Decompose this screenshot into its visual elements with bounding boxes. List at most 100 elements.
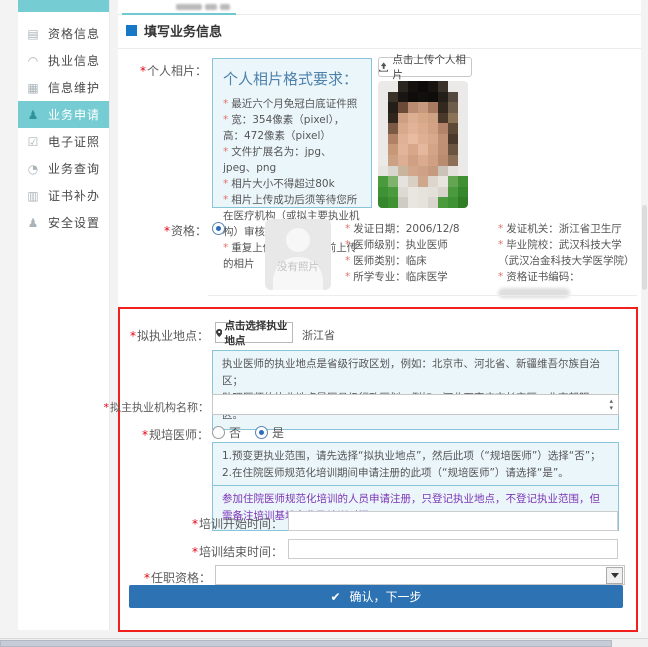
vertical-scrollbar-thumb[interactable] — [642, 205, 647, 290]
chevron-down-icon — [611, 573, 619, 578]
qualification-label: *资格： — [164, 222, 207, 239]
bullet-icon: * — [498, 223, 503, 235]
qualification-radio[interactable] — [212, 222, 225, 235]
trainee-radio-group: 否 是 — [212, 424, 294, 441]
post-qualification-label: *任职资格： — [144, 569, 211, 586]
dropdown-button[interactable] — [606, 567, 623, 584]
main-content: 填写业务信息 *个人相片： 个人相片格式要求： *最近六个月免冠白底证件照 *宽… — [118, 0, 641, 632]
certificate-info-left: *发证日期：2006/12/8 *医师级别：执业医师 *医师类别：临床 *所学专… — [345, 221, 497, 285]
trainee-option-yes-label[interactable]: 是 — [272, 424, 284, 441]
certificate-info-right: *发证机关：浙江省卫生厅 *毕业院校：武汉科技大学（武汉冶金科技大学医学院） *… — [498, 221, 634, 301]
certificate-info-item: *发证机关：浙江省卫生厅 — [498, 221, 634, 237]
photo-requirement-item: *宽：354像素（pixel），高：472像素（pixel） — [223, 112, 361, 144]
upload-icon — [379, 62, 388, 72]
bullet-icon: * — [223, 242, 228, 254]
main-org-select[interactable]: ▴▾ — [212, 394, 619, 415]
sidebar-item-label: 电子证照 — [48, 133, 109, 150]
uploaded-portrait-photo[interactable] — [378, 81, 468, 208]
tab-redacted-text — [220, 4, 230, 10]
bullet-icon: * — [223, 114, 228, 126]
bullet-icon: * — [345, 255, 350, 267]
active-tab[interactable] — [122, 0, 236, 15]
tab-bar — [118, 0, 641, 15]
trainee-label: *规培医师： — [142, 426, 209, 443]
no-photo-text: 没有照片 — [265, 259, 331, 274]
main-org-label: *拟主执业机构名称： — [104, 399, 210, 415]
section-marker-icon — [126, 25, 137, 36]
bullet-icon: * — [223, 178, 228, 190]
training-start-input[interactable] — [288, 511, 618, 531]
location-pin-icon — [216, 328, 222, 338]
practice-location-note: 执业医师的执业地点是省级行政区划，例如：北京市、河北省、新疆维吾尔族自治区；助理… — [212, 350, 619, 430]
bullet-icon: * — [223, 146, 228, 158]
sidebar-item-label: 证书补办 — [48, 187, 109, 204]
photo-requirements-title: 个人相片格式要求： — [223, 68, 361, 89]
note-line: 1.预变更执业范围，请先选择“拟执业地点”，然后此项（“规培医师”）选择“否”； — [222, 448, 609, 465]
photo-requirement-item: *最近六个月免冠白底证件照 — [223, 96, 361, 112]
sidebar-item-icon: ▥ — [18, 189, 48, 203]
photo-requirement-item: *相片大小不得超过80k — [223, 176, 361, 192]
bullet-icon: * — [345, 271, 350, 283]
note-line: 执业医师的执业地点是省级行政区划，例如：北京市、河北省、新疆维吾尔族自治区； — [222, 356, 609, 390]
page-title: 填写业务信息 — [144, 21, 222, 40]
certificate-info-item: *发证日期：2006/12/8 — [345, 221, 497, 237]
sidebar-menu: ▤ 资格信息 ◠ 执业信息 ▦ 信息维护 ♟ 业务申请 — [18, 12, 109, 236]
trainee-radio-no[interactable] — [212, 426, 225, 439]
sidebar-item-icon: ☑ — [18, 135, 48, 149]
trainee-radio-yes[interactable] — [255, 426, 268, 439]
practice-location-label: *拟执业地点： — [130, 327, 209, 344]
training-start-label: *培训开始时间： — [192, 515, 283, 532]
bullet-icon: * — [223, 194, 228, 206]
sidebar-item[interactable]: ◠ 执业信息 — [18, 47, 109, 74]
sidebar-item-icon: ▤ — [18, 27, 48, 41]
sidebar-item-icon: ▦ — [18, 81, 48, 95]
check-icon: ✔ — [330, 590, 340, 604]
horizontal-scrollbar[interactable] — [0, 638, 648, 647]
sidebar-item[interactable]: ◔ 业务查询 — [18, 155, 109, 182]
sidebar-item[interactable]: ♟ 业务申请 — [18, 101, 109, 128]
redacted-certificate-code — [498, 288, 570, 298]
sidebar-item-icon: ♟ — [18, 108, 48, 122]
upload-photo-button[interactable]: 点击上传个人相片 — [378, 57, 472, 77]
sidebar-item[interactable]: ▤ 资格信息 — [18, 20, 109, 47]
certificate-info-item: *医师类别：临床 — [345, 253, 497, 269]
trainee-option-no-label[interactable]: 否 — [229, 424, 241, 441]
confirm-next-button[interactable]: ✔ 确认，下一步 — [129, 585, 623, 608]
app-screen: ▤ 资格信息 ◠ 执业信息 ▦ 信息维护 ♟ 业务申请 — [0, 0, 648, 647]
sidebar-item[interactable]: ▦ 信息维护 — [18, 74, 109, 101]
sidebar-item-icon: ♟ — [18, 216, 48, 230]
sidebar-item[interactable]: ▥ 证书补办 — [18, 182, 109, 209]
sidebar-item[interactable]: ♟ 安全设置 — [18, 209, 109, 236]
sidebar-item-label: 业务查询 — [48, 160, 109, 177]
sidebar-item-label: 安全设置 — [48, 214, 109, 231]
tab-redacted-text — [205, 4, 217, 10]
sidebar-item[interactable]: ☑ 电子证照 — [18, 128, 109, 155]
divider — [118, 48, 641, 49]
training-end-label: *培训结束时间： — [192, 543, 283, 560]
training-end-input[interactable] — [288, 539, 618, 559]
combobox-arrows-icon: ▴▾ — [609, 398, 613, 412]
choose-practice-location-button[interactable]: 点击选择执业地点 — [215, 322, 293, 343]
note-line: 2.在住院医师规范化培训期间申请注册的此项（“规培医师”）请选择“是”。 — [222, 465, 609, 482]
section-header: 填写业务信息 — [126, 21, 222, 40]
certificate-info-item: *医师级别：执业医师 — [345, 237, 497, 253]
photo-requirements-box: 个人相片格式要求： *最近六个月免冠白底证件照 *宽：354像素（pixel），… — [212, 58, 372, 208]
sidebar: ▤ 资格信息 ◠ 执业信息 ▦ 信息维护 ♟ 业务申请 — [18, 0, 110, 630]
silhouette-head-icon — [286, 228, 310, 252]
bullet-icon: * — [345, 239, 350, 251]
sidebar-item-icon: ◠ — [18, 54, 48, 68]
bullet-icon: * — [345, 223, 350, 235]
certificate-code-item: *资格证书编码： — [498, 269, 634, 301]
bullet-icon: * — [498, 271, 503, 283]
no-photo-placeholder: 没有照片 — [265, 219, 331, 290]
trainee-note: 1.预变更执业范围，请先选择“拟执业地点”，然后此项（“规培医师”）选择“否”；… — [212, 442, 619, 488]
bullet-icon: * — [498, 239, 503, 251]
certificate-info-item: *毕业院校：武汉科技大学（武汉冶金科技大学医学院） — [498, 237, 634, 269]
sidebar-item-label: 执业信息 — [48, 52, 109, 69]
sidebar-item-icon: ◔ — [18, 162, 48, 176]
horizontal-scrollbar-thumb[interactable] — [0, 640, 612, 647]
post-qualification-select[interactable] — [215, 565, 625, 585]
certificate-info-item: *所学专业：临床医学 — [345, 269, 497, 285]
sidebar-item-label: 信息维护 — [48, 79, 109, 96]
highlighted-form-area: *拟执业地点： 点击选择执业地点 浙江省 执业医师的执业地点是省级行政区划，例如… — [118, 307, 638, 632]
